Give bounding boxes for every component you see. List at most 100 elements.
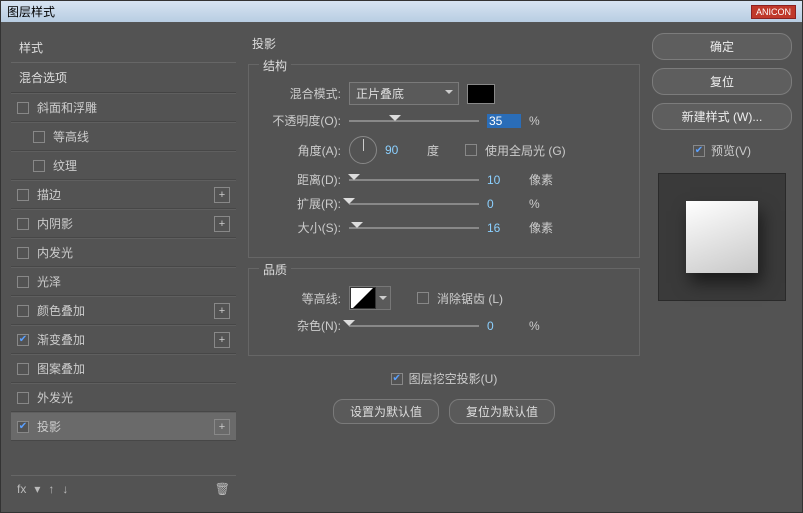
ok-button[interactable]: 确定 [652, 33, 792, 60]
style-checkbox[interactable] [17, 421, 29, 433]
style-checkbox[interactable] [33, 160, 45, 172]
style-item-label: 内发光 [37, 244, 73, 261]
move-down-icon[interactable]: ↓ [62, 482, 68, 496]
angle-label: 角度(A): [261, 142, 341, 159]
size-value[interactable]: 16 [487, 221, 521, 235]
shadow-color-swatch[interactable] [467, 84, 495, 104]
contract-icon[interactable]: ▾ [34, 482, 40, 496]
size-slider[interactable] [349, 221, 479, 235]
style-item-label: 内阴影 [37, 215, 73, 232]
knockout-checkbox[interactable] [391, 373, 403, 385]
style-item-label: 等高线 [53, 128, 89, 145]
new-style-button[interactable]: 新建样式 (W)... [652, 103, 792, 130]
noise-unit: % [529, 319, 559, 333]
style-item-label: 光泽 [37, 273, 61, 290]
spread-value[interactable]: 0 [487, 197, 521, 211]
spread-slider[interactable] [349, 197, 479, 211]
quality-group: 品质 等高线: 消除锯齿 (L) 杂色(N): 0 % [248, 268, 640, 356]
style-item-10[interactable]: 外发光 [11, 383, 236, 412]
blend-mode-select[interactable]: 正片叠底 [349, 82, 459, 105]
style-item-label: 渐变叠加 [37, 331, 85, 348]
style-item-9[interactable]: 图案叠加 [11, 354, 236, 383]
angle-dial[interactable] [349, 136, 377, 164]
style-item-1[interactable]: 等高线 [11, 122, 236, 151]
noise-slider[interactable] [349, 319, 479, 333]
titlebar-badge: ANICON [751, 5, 796, 19]
size-label: 大小(S): [261, 219, 341, 236]
style-item-label: 颜色叠加 [37, 302, 85, 319]
trash-icon[interactable]: 🗑 [215, 482, 230, 496]
style-item-3[interactable]: 描边 + [11, 180, 236, 209]
panel-title: 投影 [248, 33, 640, 54]
style-checkbox[interactable] [33, 131, 45, 143]
window-title: 图层样式 [7, 3, 55, 20]
add-effect-icon[interactable]: + [214, 216, 230, 232]
style-item-8[interactable]: 渐变叠加 + [11, 325, 236, 354]
distance-slider[interactable] [349, 173, 479, 187]
distance-unit: 像素 [529, 171, 559, 188]
style-checkbox[interactable] [17, 218, 29, 230]
style-item-11[interactable]: 投影 + [11, 412, 236, 441]
contour-swatch-icon [350, 287, 376, 309]
contour-label: 等高线: [261, 290, 341, 307]
fx-icon[interactable]: fx [17, 482, 26, 496]
titlebar: 图层样式 ANICON [1, 1, 802, 23]
preview-thumbnail [686, 201, 758, 273]
style-item-label: 斜面和浮雕 [37, 99, 97, 116]
style-checkbox[interactable] [17, 276, 29, 288]
size-unit: 像素 [529, 219, 559, 236]
contour-picker[interactable] [349, 286, 391, 310]
style-item-2[interactable]: 纹理 [11, 151, 236, 180]
structure-legend: 结构 [259, 57, 291, 74]
style-item-4[interactable]: 内阴影 + [11, 209, 236, 238]
anti-alias-label: 消除锯齿 (L) [437, 290, 503, 307]
reset-button[interactable]: 复位 [652, 68, 792, 95]
add-effect-icon[interactable]: + [214, 419, 230, 435]
reset-default-button[interactable]: 复位为默认值 [449, 399, 555, 424]
style-checkbox[interactable] [17, 305, 29, 317]
style-checkbox[interactable] [17, 102, 29, 114]
spread-unit: % [529, 197, 559, 211]
style-checkbox[interactable] [17, 334, 29, 346]
global-light-checkbox[interactable] [465, 144, 477, 156]
style-checkbox[interactable] [17, 247, 29, 259]
style-checkbox[interactable] [17, 189, 29, 201]
style-item-7[interactable]: 颜色叠加 + [11, 296, 236, 325]
set-default-button[interactable]: 设置为默认值 [333, 399, 439, 424]
blend-options-item[interactable]: 混合选项 [11, 62, 236, 93]
knockout-label: 图层挖空投影(U) [409, 370, 498, 387]
distance-value[interactable]: 10 [487, 173, 521, 187]
blend-mode-label: 混合模式: [261, 85, 341, 102]
style-item-label: 图案叠加 [37, 360, 85, 377]
style-item-label: 纹理 [53, 157, 77, 174]
style-item-label: 外发光 [37, 389, 73, 406]
sidebar-header: 样式 [11, 33, 236, 62]
style-item-6[interactable]: 光泽 [11, 267, 236, 296]
style-checkbox[interactable] [17, 392, 29, 404]
add-effect-icon[interactable]: + [214, 332, 230, 348]
noise-label: 杂色(N): [261, 317, 341, 334]
style-item-label: 描边 [37, 186, 61, 203]
style-item-5[interactable]: 内发光 [11, 238, 236, 267]
add-effect-icon[interactable]: + [214, 303, 230, 319]
move-up-icon[interactable]: ↑ [48, 482, 54, 496]
sidebar-footer: fx ▾ ↑ ↓ 🗑 [11, 475, 236, 502]
noise-value[interactable]: 0 [487, 319, 521, 333]
global-light-label: 使用全局光 (G) [485, 142, 566, 159]
style-item-0[interactable]: 斜面和浮雕 [11, 93, 236, 122]
style-item-label: 投影 [37, 418, 61, 435]
preview-label: 预览(V) [711, 142, 751, 159]
opacity-slider[interactable] [349, 114, 479, 128]
angle-value[interactable]: 90 [385, 143, 419, 157]
preview-box [658, 173, 786, 301]
anti-alias-checkbox[interactable] [417, 292, 429, 304]
opacity-value[interactable]: 35 [487, 114, 521, 128]
opacity-unit: % [529, 114, 559, 128]
add-effect-icon[interactable]: + [214, 187, 230, 203]
preview-checkbox[interactable] [693, 145, 705, 157]
spread-label: 扩展(R): [261, 195, 341, 212]
style-checkbox[interactable] [17, 363, 29, 375]
opacity-label: 不透明度(O): [261, 112, 341, 129]
structure-group: 结构 混合模式: 正片叠底 不透明度(O): 35 % 角度(A): 90 度 [248, 64, 640, 258]
styles-sidebar: 样式 混合选项 斜面和浮雕等高线纹理描边 + 内阴影 + 内发光光泽颜色叠加 + 渐变叠加 +… [11, 33, 236, 502]
